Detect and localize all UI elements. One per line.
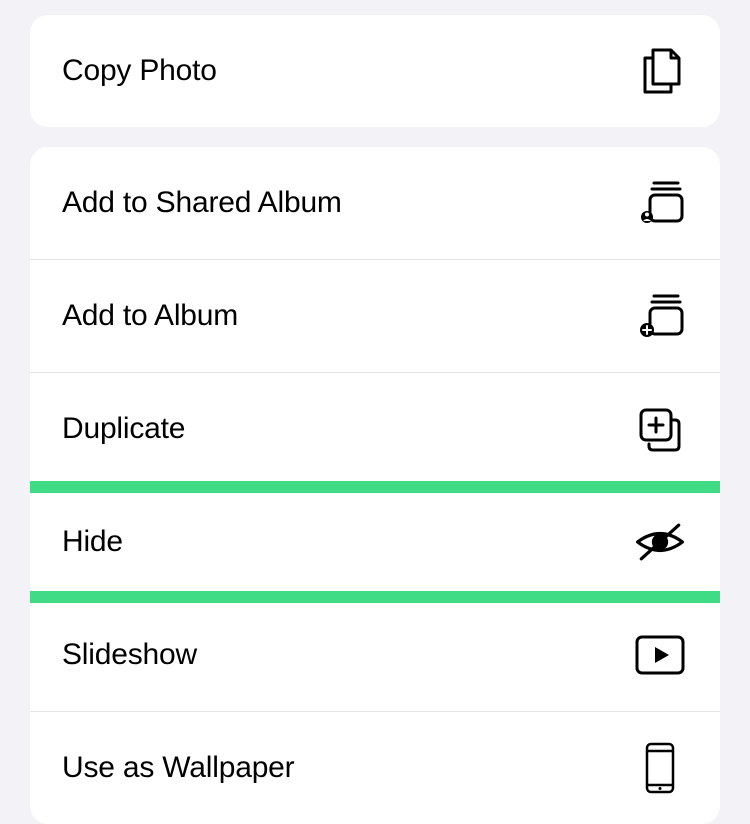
shared-album-icon [632, 175, 688, 231]
wallpaper-label: Use as Wallpaper [62, 751, 294, 785]
add-shared-album-item[interactable]: Add to Shared Album [30, 147, 720, 259]
copy-photo-item[interactable]: Copy Photo [30, 15, 720, 127]
slideshow-item[interactable]: Slideshow [30, 598, 720, 711]
iphone-icon [632, 740, 688, 796]
menu-group-1: Copy Photo [30, 15, 720, 127]
duplicate-plus-icon [632, 401, 688, 457]
slideshow-label: Slideshow [62, 638, 197, 672]
add-shared-album-label: Add to Shared Album [62, 186, 342, 220]
hide-item[interactable]: Hide [30, 485, 720, 598]
duplicate-item[interactable]: Duplicate [30, 372, 720, 485]
add-album-label: Add to Album [62, 299, 238, 333]
duplicate-label: Duplicate [62, 412, 185, 446]
menu-group-2: Add to Shared Album Add to Album [30, 147, 720, 824]
hide-label: Hide [62, 525, 123, 559]
add-album-icon [632, 288, 688, 344]
copy-photo-label: Copy Photo [62, 54, 217, 88]
copy-document-icon [632, 43, 688, 99]
play-rect-icon [632, 627, 688, 683]
add-album-item[interactable]: Add to Album [30, 259, 720, 372]
eye-slash-icon [632, 514, 688, 570]
wallpaper-item[interactable]: Use as Wallpaper [30, 711, 720, 824]
